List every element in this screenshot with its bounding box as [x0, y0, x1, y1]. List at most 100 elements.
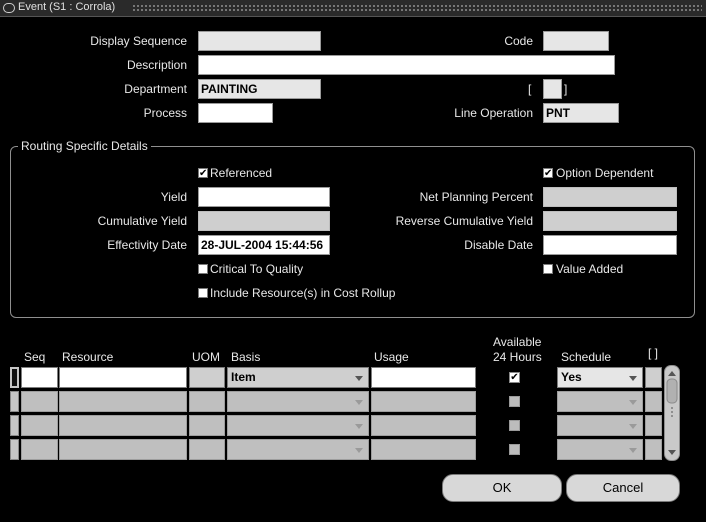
critical-to-quality-label: Critical To Quality [210, 262, 304, 276]
col-header-usage: Usage [374, 350, 409, 364]
table-cell-usage[interactable] [371, 391, 476, 412]
table-cell-resource[interactable] [59, 439, 187, 460]
chevron-down-icon[interactable] [629, 376, 637, 381]
display-sequence-label: Display Sequence [90, 34, 187, 48]
col-header-resource: Resource [62, 350, 114, 364]
row-indicator[interactable] [10, 391, 19, 412]
cumulative-yield-label: Cumulative Yield [97, 214, 187, 228]
row-flexfield[interactable] [645, 367, 662, 388]
row-flexfield[interactable] [645, 415, 662, 436]
col-header-basis: Basis [231, 350, 261, 364]
chevron-down-icon[interactable] [355, 400, 363, 405]
option-dependent-checkbox[interactable]: ✔ [543, 168, 553, 179]
flexfield-bracket-close: ] [564, 82, 568, 96]
flexfield-bracket-open: [ [528, 82, 532, 96]
check-icon: ✔ [199, 168, 208, 179]
disable-date-field[interactable] [543, 235, 677, 255]
col-header-available-line1: Available [493, 335, 542, 349]
basis-select[interactable] [227, 415, 369, 436]
process-field[interactable] [198, 103, 273, 123]
row-indicator-current[interactable] [10, 367, 19, 388]
table-cell-resource[interactable] [59, 415, 187, 436]
code-field[interactable] [543, 31, 609, 51]
line-operation-field[interactable]: PNT [543, 103, 619, 123]
yield-field[interactable] [198, 187, 330, 207]
check-icon: ✔ [510, 372, 519, 383]
table-cell-seq[interactable] [21, 391, 58, 412]
available-24-hours-checkbox[interactable] [509, 420, 520, 431]
value-added-label: Value Added [556, 262, 624, 276]
table-cell-seq[interactable] [21, 439, 58, 460]
reverse-cumulative-yield-label: Reverse Cumulative Yield [395, 214, 533, 228]
col-header-available-line2: 24 Hours [493, 350, 542, 364]
table-cell-uom[interactable] [189, 391, 225, 412]
table-cell-uom[interactable] [189, 439, 225, 460]
schedule-select[interactable] [557, 391, 643, 412]
table-vertical-scrollbar[interactable] [664, 365, 680, 461]
schedule-select[interactable]: Yes [557, 367, 643, 388]
available-24-hours-checkbox[interactable] [509, 444, 520, 455]
department-field[interactable]: PAINTING [198, 79, 321, 99]
table-cell-uom[interactable] [189, 367, 225, 388]
include-resources-cost-rollup-checkbox[interactable] [198, 288, 208, 298]
check-icon: ✔ [544, 168, 553, 179]
row-flexfield[interactable] [645, 391, 662, 412]
col-header-schedule: Schedule [561, 350, 612, 364]
display-sequence-field[interactable] [198, 31, 321, 51]
net-planning-percent-label: Net Planning Percent [419, 190, 533, 204]
row-indicator[interactable] [10, 415, 19, 436]
col-header-flexfield: [ ] [648, 346, 659, 360]
effectivity-date-label: Effectivity Date [107, 238, 187, 252]
table-cell-uom[interactable] [189, 415, 225, 436]
description-field[interactable] [198, 55, 615, 75]
chevron-down-icon[interactable] [629, 448, 637, 453]
row-flexfield[interactable] [645, 439, 662, 460]
row-indicator[interactable] [10, 439, 19, 460]
descriptive-flexfield[interactable] [543, 79, 562, 99]
table-cell-resource[interactable] [59, 367, 187, 388]
process-label: Process [143, 106, 187, 120]
table-cell-usage[interactable] [371, 367, 476, 388]
net-planning-percent-field[interactable] [543, 187, 677, 207]
table-cell-seq[interactable] [21, 415, 58, 436]
table-cell-seq[interactable] [21, 367, 58, 388]
table-cell-usage[interactable] [371, 439, 476, 460]
include-resources-cost-rollup-label: Include Resource(s) in Cost Rollup [210, 286, 396, 300]
scrollbar-graphics [666, 371, 678, 455]
chevron-down-icon[interactable] [355, 424, 363, 429]
ok-button[interactable]: OK [442, 474, 562, 502]
yield-label: Yield [160, 190, 187, 204]
table-cell-resource[interactable] [59, 391, 187, 412]
window-menu-icon[interactable] [3, 3, 15, 13]
window-titlebar[interactable]: Event (S1 : Corrola) [0, 0, 706, 17]
critical-to-quality-checkbox[interactable] [198, 264, 208, 274]
chevron-down-icon[interactable] [355, 448, 363, 453]
routing-details-title: Routing Specific Details [18, 139, 151, 153]
option-dependent-label: Option Dependent [556, 166, 654, 180]
window-title: Event (S1 : Corrola) [18, 1, 116, 13]
basis-select[interactable] [227, 439, 369, 460]
schedule-select[interactable] [557, 439, 643, 460]
effectivity-date-field[interactable]: 28-JUL-2004 15:44:56 [198, 235, 330, 255]
schedule-select-value: Yes [561, 370, 582, 384]
reverse-cumulative-yield-field[interactable] [543, 211, 677, 231]
basis-select[interactable] [227, 391, 369, 412]
description-label: Description [126, 58, 187, 72]
cumulative-yield-field[interactable] [198, 211, 330, 231]
schedule-select[interactable] [557, 415, 643, 436]
referenced-checkbox[interactable]: ✔ [198, 168, 208, 179]
chevron-down-icon[interactable] [355, 376, 363, 381]
available-24-hours-checkbox[interactable]: ✔ [509, 372, 520, 383]
department-label: Department [124, 82, 187, 96]
value-added-checkbox[interactable] [543, 264, 553, 274]
table-cell-usage[interactable] [371, 415, 476, 436]
chevron-down-icon[interactable] [629, 424, 637, 429]
line-operation-label: Line Operation [454, 106, 533, 120]
titlebar-grip [132, 4, 702, 11]
available-24-hours-checkbox[interactable] [509, 396, 520, 407]
basis-select[interactable]: Item [227, 367, 369, 388]
referenced-label: Referenced [210, 166, 273, 180]
chevron-down-icon[interactable] [629, 400, 637, 405]
basis-select-value: Item [231, 370, 256, 384]
cancel-button[interactable]: Cancel [566, 474, 680, 502]
